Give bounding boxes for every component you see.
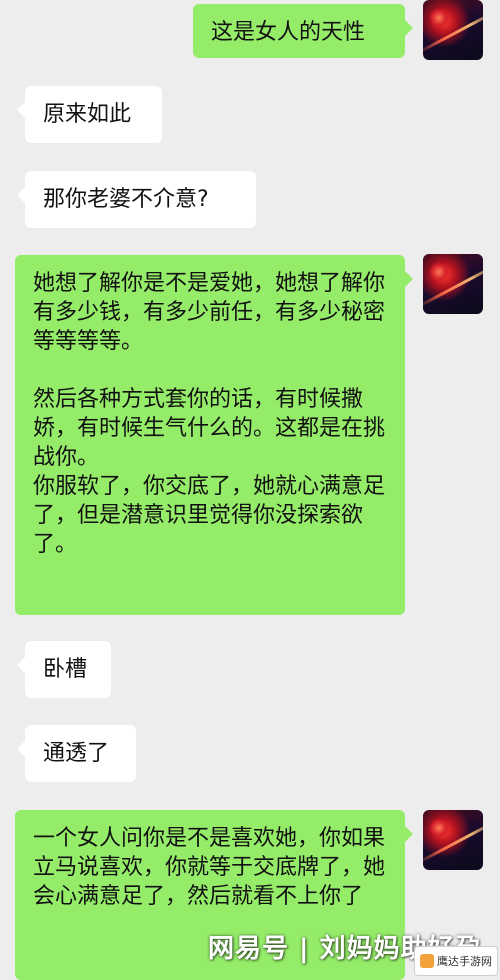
chat-area: 这是女人的天性 原来如此 那你老婆不介意? 她想了解你是不是爱她，她想了解你有多… (0, 0, 500, 980)
avatar[interactable] (423, 254, 483, 314)
message-bubble[interactable]: 那你老婆不介意? (17, 171, 256, 228)
message-bubble[interactable]: 这是女人的天性 (193, 4, 413, 58)
message-bubble[interactable]: 通透了 (17, 725, 136, 782)
message-bubble[interactable]: 卧槽 (17, 641, 111, 698)
site-logo-icon (420, 954, 434, 968)
site-badge-label: 鹰达手游网 (437, 955, 492, 968)
avatar[interactable] (423, 810, 483, 870)
message-bubble[interactable]: 原来如此 (17, 86, 162, 143)
site-badge: 鹰达手游网 (414, 946, 498, 976)
message-bubble[interactable]: 她想了解你是不是爱她，她想了解你有多少钱，有多少前任，有多少秘密等等等等。 然后… (15, 255, 413, 615)
avatar[interactable] (423, 0, 483, 60)
